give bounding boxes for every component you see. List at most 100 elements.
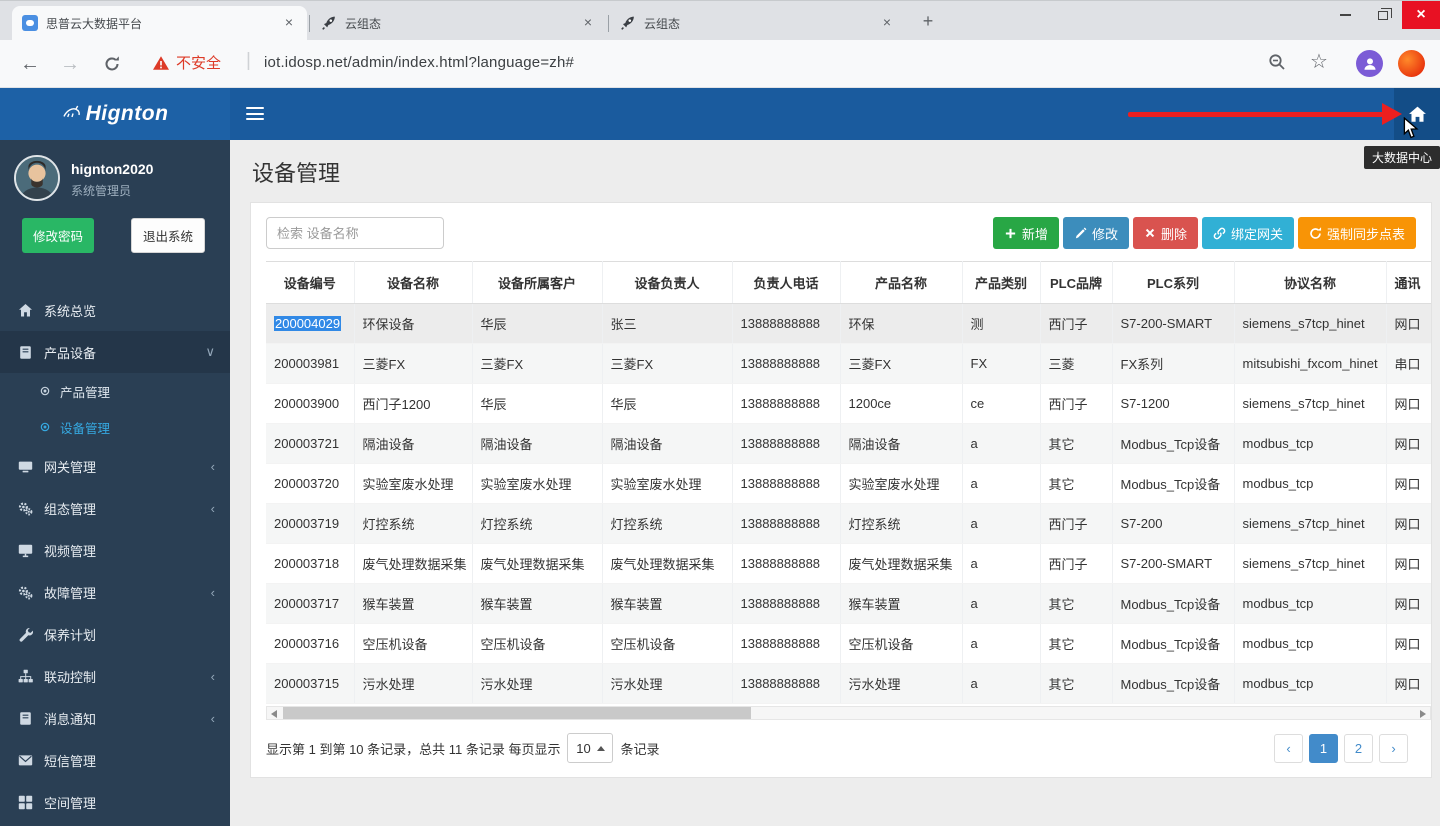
table-cell: a: [962, 504, 1040, 544]
table-row[interactable]: 200003981三菱FX三菱FX三菱FX13888888888三菱FXFX三菱…: [266, 344, 1431, 384]
tab-close-icon[interactable]: ×: [281, 15, 297, 31]
table-row[interactable]: 200003716空压机设备空压机设备空压机设备13888888888空压机设备…: [266, 624, 1431, 664]
sidebar-item-system-overview[interactable]: 系统总览: [0, 289, 230, 331]
table-row[interactable]: 200004029环保设备华辰张三13888888888环保测西门子S7-200…: [266, 304, 1431, 344]
sidebar-item-device-management[interactable]: 设备管理: [0, 409, 230, 445]
table-row[interactable]: 200003719灯控系统灯控系统灯控系统13888888888灯控系统a西门子…: [266, 504, 1431, 544]
column-header-device-name[interactable]: 设备名称: [354, 262, 472, 304]
user-profile: hignton2020 系统管理员: [0, 140, 230, 201]
forward-button[interactable]: →: [56, 50, 84, 78]
mouse-cursor: [1403, 117, 1419, 139]
sidebar-item-linkage-control[interactable]: 联动控制 ‹: [0, 655, 230, 697]
page-title: 设备管理: [252, 156, 1432, 188]
table-cell: S7-200-SMART: [1112, 544, 1234, 584]
table-cell: FX系列: [1112, 344, 1234, 384]
table-row[interactable]: 200003721隔油设备隔油设备隔油设备13888888888隔油设备a其它M…: [266, 424, 1431, 464]
tab-close-icon[interactable]: ×: [879, 15, 895, 31]
search-input[interactable]: [266, 217, 444, 249]
menu-label: 消息通知: [44, 709, 96, 728]
column-header-plc-series[interactable]: PLC系列: [1112, 262, 1234, 304]
column-header-phone[interactable]: 负责人电话: [732, 262, 840, 304]
table-cell: 200004029: [266, 304, 354, 344]
column-header-protocol[interactable]: 协议名称: [1234, 262, 1386, 304]
window-maximize-button[interactable]: [1364, 1, 1402, 29]
sidebar-item-product-management[interactable]: 产品管理: [0, 373, 230, 409]
annotation-red-arrow: [1128, 112, 1386, 117]
table-row[interactable]: 200003715污水处理污水处理污水处理13888888888污水处理a其它M…: [266, 664, 1431, 704]
sidebar-item-message-notification[interactable]: 消息通知 ‹: [0, 697, 230, 739]
table-cell: 西门子: [1040, 504, 1112, 544]
sidebar-item-product-equipment[interactable]: 产品设备 ∨: [0, 331, 230, 373]
table-cell: 三菱FX: [354, 344, 472, 384]
avatar: [14, 155, 60, 201]
sidebar-item-sms-management[interactable]: 短信管理: [0, 739, 230, 781]
pagination-page-1[interactable]: 1: [1309, 734, 1338, 763]
change-password-button[interactable]: 修改密码: [22, 218, 94, 253]
table-cell: Modbus_Tcp设备: [1112, 624, 1234, 664]
delete-button[interactable]: 删除: [1133, 217, 1198, 249]
table-row[interactable]: 200003720实验室废水处理实验室废水处理实验室废水处理1388888888…: [266, 464, 1431, 504]
add-button[interactable]: 新增: [993, 217, 1059, 249]
column-header-plc-brand[interactable]: PLC品牌: [1040, 262, 1112, 304]
zoom-icon[interactable]: [1268, 53, 1286, 76]
table-cell: S7-200-SMART: [1112, 304, 1234, 344]
sidebar-item-video-management[interactable]: 视频管理: [0, 529, 230, 571]
table-cell: 其它: [1040, 584, 1112, 624]
menu-label: 网关管理: [44, 457, 96, 476]
column-header-manager[interactable]: 设备负责人: [602, 262, 732, 304]
pagination-next-button[interactable]: ›: [1379, 734, 1408, 763]
new-tab-button[interactable]: +: [915, 9, 941, 35]
edit-button[interactable]: 修改: [1063, 217, 1129, 249]
logout-button[interactable]: 退出系统: [131, 218, 205, 253]
bind-gateway-button[interactable]: 绑定网关: [1202, 217, 1294, 249]
browser-tab-cloud-config-1[interactable]: 云组态 ×: [311, 6, 606, 40]
page-size-select[interactable]: 10: [567, 733, 613, 763]
tab-title: 云组态: [345, 15, 572, 32]
column-header-product-category[interactable]: 产品类别: [962, 262, 1040, 304]
scroll-left-arrow-icon[interactable]: [271, 710, 277, 718]
x-icon: [1144, 227, 1156, 239]
table-cell: ce: [962, 384, 1040, 424]
menu-toggle-button[interactable]: [246, 107, 264, 120]
sidebar-item-maintenance-plan[interactable]: 保养计划: [0, 613, 230, 655]
force-sync-button[interactable]: 强制同步点表: [1298, 217, 1416, 249]
window-minimize-button[interactable]: [1326, 1, 1364, 29]
browser-profile-icon[interactable]: [1356, 50, 1383, 77]
address-bar[interactable]: iot.idosp.net/admin/index.html?language=…: [264, 54, 574, 71]
pagination-page-2[interactable]: 2: [1344, 734, 1373, 763]
browser-tab-platform[interactable]: 思普云大数据平台 ×: [12, 6, 307, 40]
window-close-button[interactable]: ×: [1402, 1, 1440, 29]
column-header-product-name[interactable]: 产品名称: [840, 262, 962, 304]
back-button[interactable]: ←: [16, 50, 44, 78]
pencil-icon: [1074, 227, 1087, 240]
tab-close-icon[interactable]: ×: [580, 15, 596, 31]
tab-favicon-rocket-icon: [321, 15, 337, 31]
column-header-device-id[interactable]: 设备编号: [266, 262, 354, 304]
browser-tab-cloud-config-2[interactable]: 云组态 ×: [610, 6, 905, 40]
bookmark-star-icon[interactable]: ☆: [1310, 49, 1328, 74]
window-controls: ×: [1326, 1, 1440, 29]
table-cell: Modbus_Tcp设备: [1112, 424, 1234, 464]
main-content: 设备管理 新增 修改 删除: [230, 140, 1440, 826]
column-header-communication[interactable]: 通讯: [1386, 262, 1431, 304]
tooltip-big-data-center: 大数据中心: [1364, 146, 1440, 169]
sidebar-item-config-management[interactable]: 组态管理 ‹: [0, 487, 230, 529]
table-cell: Modbus_Tcp设备: [1112, 464, 1234, 504]
table-row[interactable]: 200003717猴车装置猴车装置猴车装置13888888888猴车装置a其它M…: [266, 584, 1431, 624]
sidebar-item-space-management[interactable]: 空间管理: [0, 781, 230, 823]
sidebar-item-fault-management[interactable]: 故障管理 ‹: [0, 571, 230, 613]
security-indicator[interactable]: 不安全: [152, 52, 221, 73]
pagination-prev-button[interactable]: ‹: [1274, 734, 1303, 763]
sidebar-item-gateway-management[interactable]: 网关管理 ‹: [0, 445, 230, 487]
pagination-bar: 显示第 1 到第 10 条记录，总共 11 条记录 每页显示 10 条记录 ‹ …: [266, 733, 1416, 763]
scrollbar-thumb[interactable]: [283, 707, 751, 719]
table-row[interactable]: 200003718废气处理数据采集废气处理数据采集废气处理数据采集1388888…: [266, 544, 1431, 584]
refresh-button[interactable]: [98, 50, 126, 78]
scroll-right-arrow-icon[interactable]: [1420, 710, 1426, 718]
table-row[interactable]: 200003900西门子1200华辰华辰138888888881200cece西…: [266, 384, 1431, 424]
column-header-customer[interactable]: 设备所属客户: [472, 262, 602, 304]
table-cell: 13888888888: [732, 344, 840, 384]
app-logo[interactable]: Hignton: [0, 88, 230, 140]
browser-menu-icon[interactable]: [1398, 50, 1425, 77]
horizontal-scrollbar[interactable]: [266, 706, 1431, 720]
